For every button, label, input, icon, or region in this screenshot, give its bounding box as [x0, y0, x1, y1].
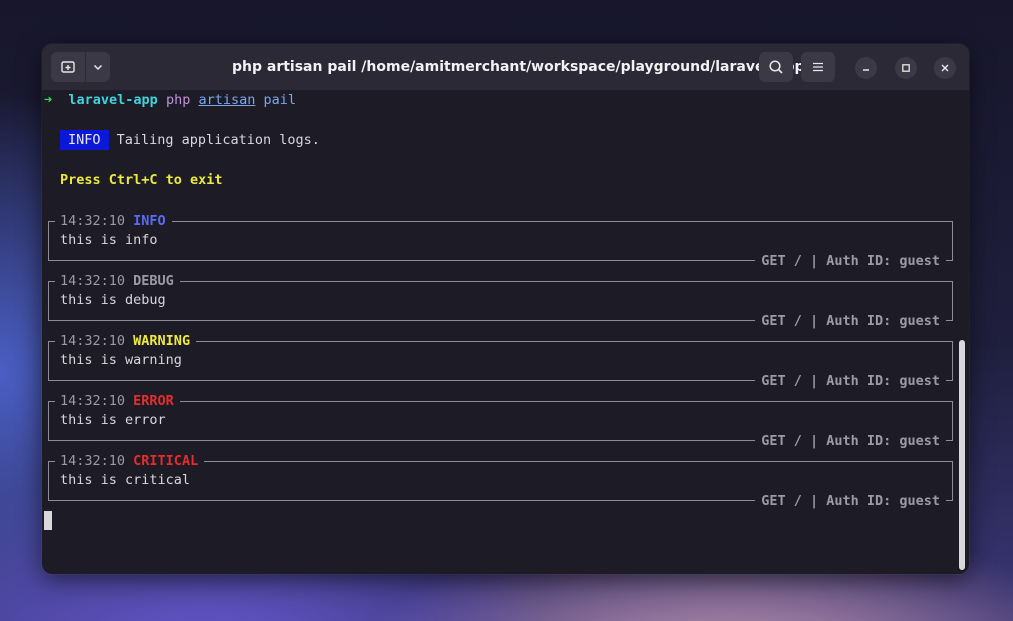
- prompt-command: php: [165, 92, 191, 108]
- log-message: this is critical: [60, 472, 191, 488]
- maximize-button[interactable]: [895, 57, 917, 79]
- log-entry-info: 14:32:10 INFO this is info GET / | Auth …: [48, 211, 953, 271]
- log-footer: GET / | Auth ID: guest: [755, 311, 946, 331]
- search-button[interactable]: [759, 52, 793, 82]
- info-badge: INFO: [60, 130, 109, 150]
- log-header: 14:32:10 ERROR: [55, 391, 180, 411]
- minimize-icon: [863, 69, 869, 71]
- log-footer: GET / | Auth ID: guest: [755, 251, 946, 271]
- new-tab-icon: [61, 61, 75, 73]
- log-header: 14:32:10 WARNING: [55, 331, 197, 351]
- log-footer: GET / | Auth ID: guest: [755, 431, 946, 451]
- log-footer: GET / | Auth ID: guest: [755, 491, 946, 511]
- log-header: 14:32:10 DEBUG: [55, 271, 180, 291]
- log-level: WARNING: [133, 333, 191, 349]
- log-level: DEBUG: [133, 273, 174, 289]
- log-timestamp: 14:32:10: [60, 273, 126, 289]
- log-header: 14:32:10 INFO: [55, 211, 172, 231]
- chevron-down-icon: [93, 64, 103, 71]
- close-button[interactable]: [934, 57, 956, 79]
- log-timestamp: 14:32:10: [60, 213, 126, 229]
- new-tab-split-button: [51, 52, 110, 82]
- terminal-output[interactable]: ➜ laravel-app php artisan pail INFO Tail…: [42, 90, 969, 574]
- log-timestamp: 14:32:10: [60, 333, 126, 349]
- log-header: 14:32:10 CRITICAL: [55, 451, 205, 471]
- log-entry-error: 14:32:10 ERROR this is error GET / | Aut…: [48, 391, 953, 451]
- minimize-button[interactable]: [855, 57, 877, 79]
- log-entry-debug: 14:32:10 DEBUG this is debug GET / | Aut…: [48, 271, 953, 331]
- log-message: this is info: [60, 232, 158, 248]
- maximize-icon: [902, 64, 910, 72]
- window-title: php artisan pail /home/amitmerchant/work…: [232, 59, 805, 75]
- prompt-directory: laravel-app: [68, 92, 158, 108]
- info-text: Tailing application logs.: [116, 132, 320, 148]
- prompt-arg-pail: pail: [263, 92, 297, 108]
- log-message: this is debug: [60, 292, 166, 308]
- log-message: this is error: [60, 412, 166, 428]
- log-footer: GET / | Auth ID: guest: [755, 371, 946, 391]
- close-icon: [941, 64, 949, 72]
- prompt-arrow: ➜: [44, 92, 53, 108]
- info-line: INFO Tailing application logs.: [60, 130, 320, 150]
- log-entry-critical: 14:32:10 CRITICAL this is critical GET /…: [48, 451, 953, 511]
- menu-button[interactable]: [801, 52, 835, 82]
- prompt-line: ➜ laravel-app php artisan pail: [44, 90, 296, 110]
- hamburger-menu-icon: [813, 62, 823, 72]
- log-level: ERROR: [133, 393, 174, 409]
- log-level: INFO: [133, 213, 166, 229]
- terminal-window: php artisan pail /home/amitmerchant/work…: [42, 44, 969, 574]
- new-tab-button[interactable]: [51, 52, 85, 82]
- log-timestamp: 14:32:10: [60, 453, 126, 469]
- terminal-cursor: [44, 511, 52, 530]
- log-message: this is warning: [60, 352, 182, 368]
- search-icon: [769, 60, 783, 74]
- prompt-arg-artisan: artisan: [198, 92, 256, 108]
- tab-menu-dropdown[interactable]: [86, 52, 110, 82]
- log-timestamp: 14:32:10: [60, 393, 126, 409]
- log-level: CRITICAL: [133, 453, 199, 469]
- exit-hint: Press Ctrl+C to exit: [60, 172, 223, 188]
- log-entry-warning: 14:32:10 WARNING this is warning GET / |…: [48, 331, 953, 391]
- title-bar: php artisan pail /home/amitmerchant/work…: [42, 44, 969, 90]
- scrollbar-thumb[interactable]: [959, 340, 965, 570]
